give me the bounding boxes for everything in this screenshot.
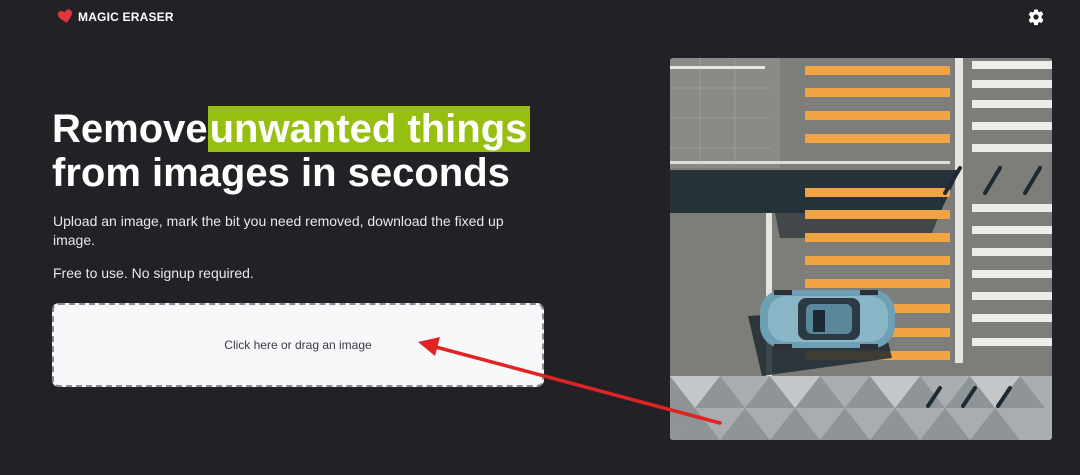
free-note: Free to use. No signup required. [53,265,254,281]
dropzone-label: Click here or drag an image [224,338,372,352]
description: Upload an image, mark the bit you need r… [53,213,504,248]
gear-icon [1028,9,1044,26]
app-logo[interactable]: MAGIC ERASER [57,8,174,25]
upload-dropzone[interactable]: Click here or drag an image [52,303,544,387]
headline-part1: Remove [52,107,208,151]
headline-highlight: unwanted things [207,106,531,152]
app-name: MAGIC ERASER [78,9,174,24]
example-image [670,58,1052,440]
heart-logo-icon [57,8,74,25]
settings-button[interactable] [1027,8,1045,26]
headline-line2: from images in seconds [52,151,510,195]
page-title: Removeunwanted things from images in sec… [52,106,531,195]
